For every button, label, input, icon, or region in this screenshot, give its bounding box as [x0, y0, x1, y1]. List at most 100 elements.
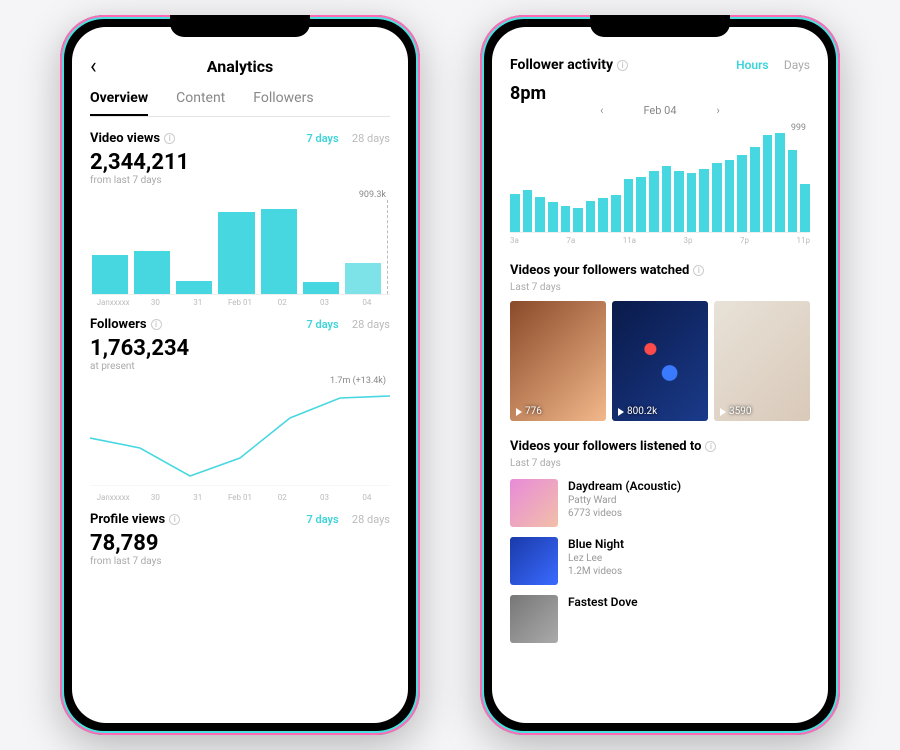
bar	[586, 201, 596, 232]
range-7days[interactable]: 7 days	[307, 132, 339, 145]
hourly-bar-chart	[510, 133, 810, 233]
range-toggle: 7 days 28 days	[297, 317, 391, 332]
bar	[176, 281, 212, 294]
bar	[548, 202, 558, 232]
bar	[763, 135, 773, 232]
page-title: Analytics	[207, 57, 274, 76]
info-icon[interactable]: i	[164, 133, 175, 144]
bar	[535, 197, 545, 232]
prev-date-icon[interactable]: ‹	[600, 104, 603, 117]
range-7days[interactable]: 7 days	[307, 513, 339, 526]
info-icon[interactable]: i	[693, 265, 704, 276]
notch	[590, 15, 730, 37]
song-row[interactable]: Daydream (Acoustic) Patty Ward 6773 vide…	[510, 479, 810, 527]
bar	[561, 206, 571, 232]
next-date-icon[interactable]: ›	[717, 104, 720, 117]
song-count: 1.2M videos	[568, 566, 624, 577]
bar	[649, 171, 659, 232]
bar	[800, 184, 810, 232]
watched-sub: Last 7 days	[510, 282, 810, 293]
bar	[134, 251, 170, 294]
video-views-value: 2,344,211	[90, 150, 390, 175]
videos-row: 776 800.2k 3590	[510, 301, 810, 421]
song-meta: Blue Night Lez Lee 1.2M videos	[568, 537, 624, 585]
bar	[687, 173, 697, 232]
x-ticks: Janxxxxx3031Feb 01020304	[90, 493, 390, 502]
info-icon[interactable]: i	[169, 514, 180, 525]
screen: Follower activity i Hours Days 8pm ‹ Feb…	[492, 27, 828, 723]
song-thumbnail	[510, 537, 558, 585]
peak-label: 999	[510, 123, 810, 133]
toggle-hours[interactable]: Hours	[736, 58, 768, 72]
line-chart	[90, 386, 390, 486]
phone-follower-activity: Follower activity i Hours Days 8pm ‹ Feb…	[480, 15, 840, 735]
info-icon[interactable]: i	[617, 60, 628, 71]
range-28days[interactable]: 28 days	[352, 132, 390, 145]
song-meta: Fastest Dove	[568, 595, 638, 643]
profile-views-value: 78,789	[90, 531, 390, 556]
bar	[699, 169, 709, 232]
bar	[303, 282, 339, 294]
x-ticks: Janxxxxx3031Feb 01020304	[90, 298, 390, 307]
listened-sub: Last 7 days	[510, 458, 810, 469]
header: ‹ Analytics	[90, 57, 390, 76]
tab-content[interactable]: Content	[176, 90, 225, 116]
range-28days[interactable]: 28 days	[352, 513, 390, 526]
peak-label: 1.7m (+13.4k)	[90, 376, 390, 386]
follower-activity-title: Follower activity i	[510, 57, 628, 73]
followers-sub: at present	[90, 361, 390, 372]
bar	[624, 179, 634, 232]
video-views-title: Video views i	[90, 131, 175, 146]
song-artist: Patty Ward	[568, 495, 681, 506]
video-views-sub: from last 7 days	[90, 175, 390, 186]
bar	[737, 155, 747, 232]
tab-followers[interactable]: Followers	[253, 90, 313, 116]
range-toggle: 7 days 28 days	[297, 131, 391, 146]
profile-views-title: Profile views i	[90, 512, 180, 527]
play-count: 800.2k	[618, 406, 657, 417]
bar	[523, 190, 533, 232]
toggle-days[interactable]: Days	[784, 58, 810, 72]
song-title: Fastest Dove	[568, 595, 638, 609]
song-title: Daydream (Acoustic)	[568, 479, 681, 493]
bar	[611, 195, 621, 232]
date-label: Feb 04	[643, 104, 676, 117]
video-thumbnail[interactable]: 800.2k	[612, 301, 708, 421]
play-count: 3590	[720, 406, 751, 417]
peak-label: 909.3k	[90, 190, 390, 200]
profile-views-sub: from last 7 days	[90, 556, 390, 567]
date-nav: ‹ Feb 04 ›	[510, 104, 810, 117]
tab-overview[interactable]: Overview	[90, 90, 148, 116]
bar	[750, 147, 760, 232]
selected-hour: 8pm	[510, 83, 810, 104]
bar	[662, 166, 672, 232]
range-28days[interactable]: 28 days	[352, 318, 390, 331]
range-7days[interactable]: 7 days	[307, 318, 339, 331]
back-icon[interactable]: ‹	[90, 54, 97, 79]
play-icon	[720, 408, 726, 416]
bar-chart	[90, 200, 390, 295]
bar	[573, 208, 583, 232]
song-thumbnail	[510, 479, 558, 527]
bar	[674, 171, 684, 232]
song-thumbnail	[510, 595, 558, 643]
song-meta: Daydream (Acoustic) Patty Ward 6773 vide…	[568, 479, 681, 527]
bar	[636, 177, 646, 232]
tabs: Overview Content Followers	[90, 90, 390, 117]
bar	[725, 160, 735, 232]
info-icon[interactable]: i	[705, 441, 716, 452]
followers-value: 1,763,234	[90, 336, 390, 361]
video-views-chart: 909.3k Janxxxxx3031Feb 01020304	[90, 190, 390, 307]
screen: ‹ Analytics Overview Content Followers V…	[72, 27, 408, 723]
song-row[interactable]: Fastest Dove	[510, 595, 810, 643]
info-icon[interactable]: i	[151, 319, 162, 330]
video-thumbnail[interactable]: 776	[510, 301, 606, 421]
song-artist: Lez Lee	[568, 553, 624, 564]
song-row[interactable]: Blue Night Lez Lee 1.2M videos	[510, 537, 810, 585]
songs-list: Daydream (Acoustic) Patty Ward 6773 vide…	[510, 479, 810, 643]
phone-analytics: ‹ Analytics Overview Content Followers V…	[60, 15, 420, 735]
bar	[218, 212, 254, 294]
followers-chart: 1.7m (+13.4k) Janxxxxx3031Feb 01020304	[90, 376, 390, 502]
bar	[788, 150, 798, 232]
video-thumbnail[interactable]: 3590	[714, 301, 810, 421]
